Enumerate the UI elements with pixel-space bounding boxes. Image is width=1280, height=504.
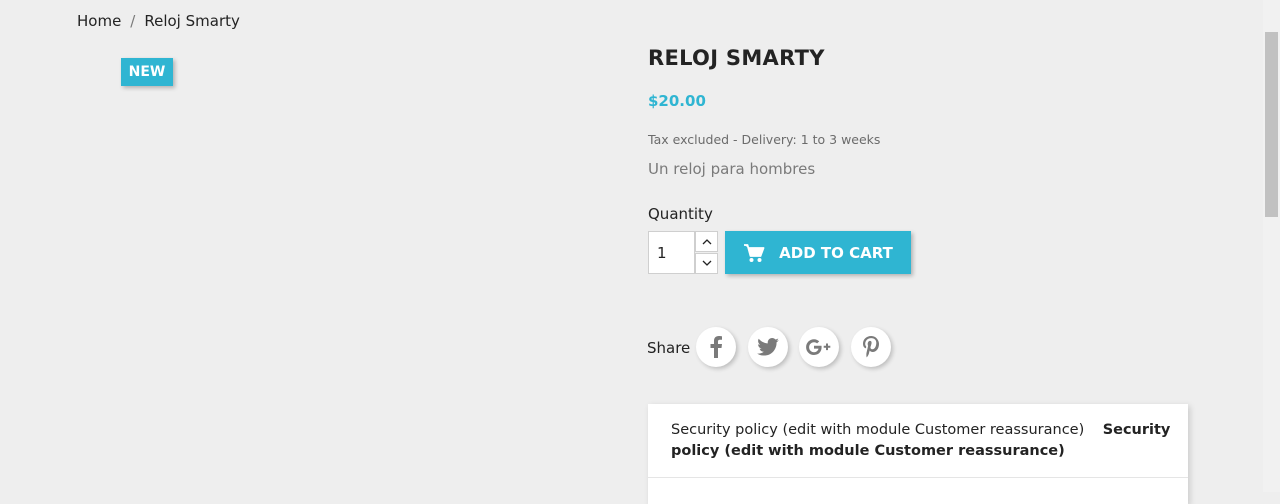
reassurance-item: Security policy (edit with module Custom… — [671, 420, 1171, 462]
reassurance-divider — [648, 477, 1188, 478]
google-plus-icon — [806, 339, 831, 355]
quantity-label: Quantity — [648, 205, 713, 223]
add-to-cart-button[interactable]: ADD TO CART — [725, 231, 911, 274]
product-description: Un reloj para hombres — [648, 160, 816, 178]
reassurance-block: Security policy (edit with module Custom… — [648, 404, 1188, 504]
product-price: $20.00 — [648, 92, 706, 110]
share-pinterest-button[interactable] — [851, 327, 891, 367]
chevron-up-icon — [702, 239, 711, 245]
quantity-increase-button[interactable] — [695, 231, 718, 252]
quantity-decrease-button[interactable] — [695, 253, 718, 274]
add-to-cart-label: ADD TO CART — [779, 243, 893, 262]
page-scrollbar[interactable] — [1263, 0, 1280, 492]
new-badge: NEW — [121, 58, 173, 86]
breadcrumb: Home / Reloj Smarty — [77, 12, 240, 30]
security-policy-image-alt: Security policy (edit with module Custom… — [671, 422, 1085, 438]
breadcrumb-separator: / — [130, 12, 136, 30]
chevron-down-icon — [702, 260, 711, 266]
breadcrumb-home-link[interactable]: Home — [77, 12, 121, 30]
twitter-icon — [757, 338, 779, 356]
scrollbar-thumb[interactable] — [1265, 32, 1278, 217]
quantity-stepper — [648, 231, 718, 274]
facebook-icon — [710, 336, 722, 358]
share-google-plus-button[interactable] — [799, 327, 839, 367]
share-twitter-button[interactable] — [748, 327, 788, 367]
product-title: RELOJ SMARTY — [648, 46, 825, 70]
share-label: Share — [647, 339, 691, 357]
tax-delivery-info: Tax excluded - Delivery: 1 to 3 weeks — [648, 132, 881, 147]
breadcrumb-current: Reloj Smarty — [144, 12, 240, 30]
quantity-input[interactable] — [648, 231, 695, 274]
shopping-cart-icon — [744, 243, 765, 262]
pinterest-icon — [863, 336, 879, 358]
share-facebook-button[interactable] — [696, 327, 736, 367]
